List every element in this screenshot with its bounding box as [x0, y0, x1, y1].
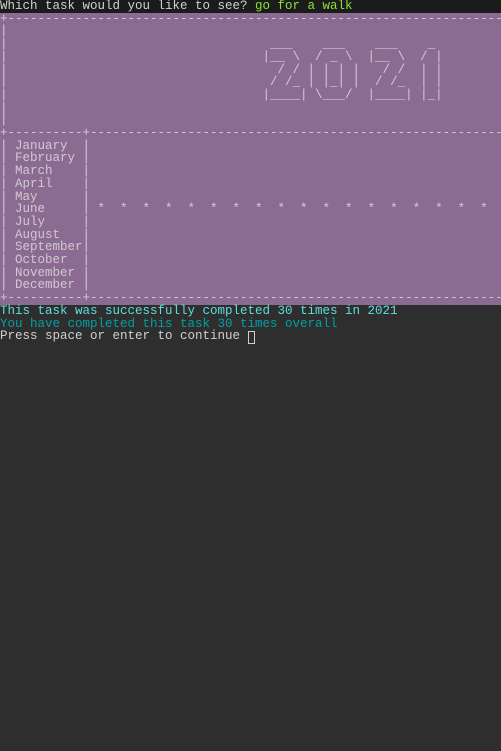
- continue-text: Press space or enter to continue: [0, 329, 248, 343]
- month-row: | July |: [0, 216, 501, 229]
- month-row: | October |: [0, 254, 501, 267]
- year-ascii-line: | |____| \___/ |____| |_|: [0, 89, 501, 102]
- year-ascii-line: | ___ ___ ___ _: [0, 38, 501, 51]
- prompt-line: Which task would you like to see? go for…: [0, 0, 501, 13]
- box-separator: +----------+----------------------------…: [0, 127, 501, 140]
- month-row: | March |: [0, 165, 501, 178]
- month-row: | April |: [0, 178, 501, 191]
- cursor-icon: [248, 331, 255, 344]
- box-top-border: +---------------------------------------…: [0, 13, 501, 26]
- continue-prompt[interactable]: Press space or enter to continue: [0, 330, 501, 343]
- box-bottom-border: +----------+----------------------------…: [0, 292, 501, 305]
- stats-year: This task was successfully completed 30 …: [0, 305, 501, 318]
- year-calendar-panel: +---------------------------------------…: [0, 13, 501, 305]
- year-ascii-line: | |__ \ / _ \ |__ \ / |: [0, 51, 501, 64]
- box-blank: |: [0, 102, 501, 115]
